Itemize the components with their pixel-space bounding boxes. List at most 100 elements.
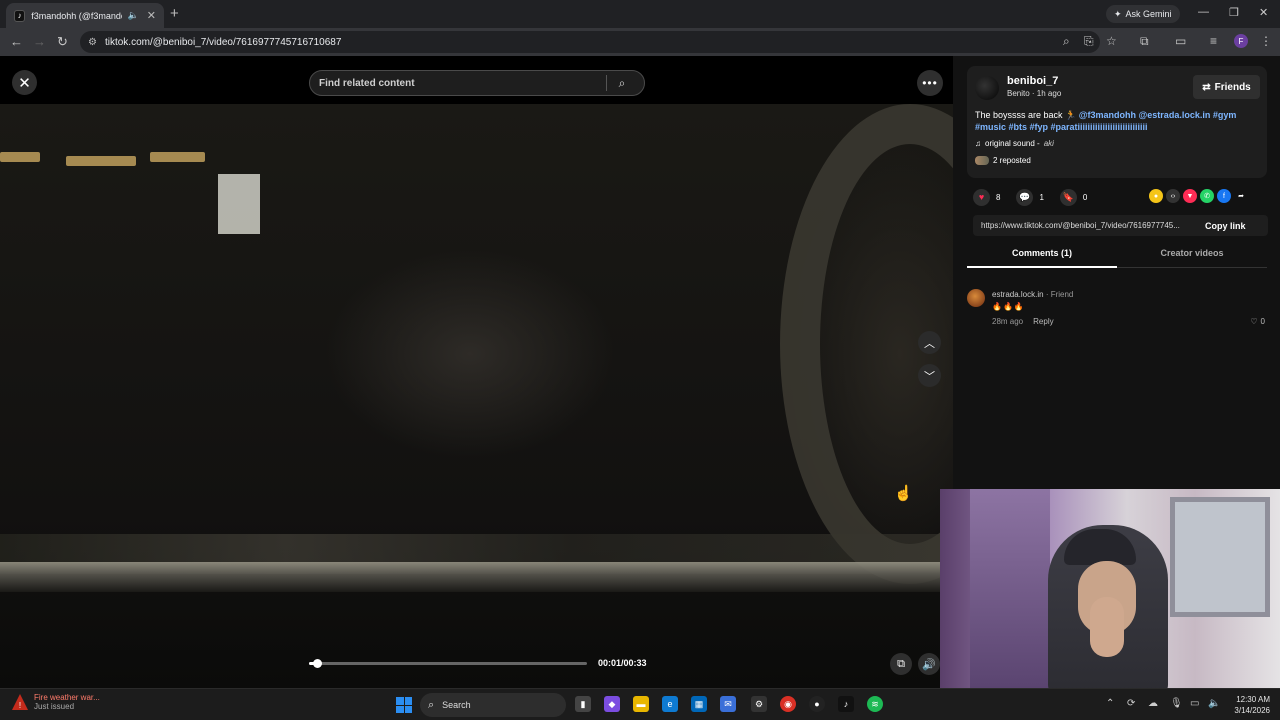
close-video-button[interactable]: ✕ [12, 70, 37, 95]
comment-text: 🔥🔥🔥 [992, 302, 1025, 311]
reposted-row[interactable]: 2 reposted [975, 156, 1031, 165]
facebook-icon[interactable]: f [1217, 189, 1231, 203]
copy-link-button[interactable]: Copy link [1201, 221, 1246, 231]
browser-tab[interactable]: ♪ f3mandohh (@f3mandohh) ... 🔈 ✕ [6, 3, 164, 28]
webcam-detail [970, 489, 1050, 689]
avatar[interactable] [975, 76, 999, 100]
window-close-button[interactable]: ✕ [1259, 6, 1268, 19]
sound-link[interactable]: ♫ original sound - aki [975, 139, 1054, 148]
repost-avatars [975, 156, 989, 165]
video-time: 00:01/00:33 [598, 658, 647, 668]
mic-icon[interactable]: 🎙 [1170, 698, 1183, 709]
chevron-down-icon[interactable]: ﹀ [918, 364, 941, 387]
tab-creator-videos[interactable]: Creator videos [1117, 248, 1267, 258]
outlook-icon[interactable]: ✉ [720, 696, 736, 712]
heart-outline-icon: ♡ [1250, 317, 1258, 326]
zoom-icon[interactable]: ⌕ [1063, 34, 1070, 49]
address-url: tiktok.com/@beniboi_7/video/761697774571… [104, 36, 342, 48]
taskbar-search[interactable]: ⌕ Search [420, 693, 566, 717]
video-progress-bar[interactable] [309, 659, 587, 668]
volume-icon[interactable]: 🔊 [918, 653, 940, 675]
sync-icon[interactable]: ⟳ [1127, 698, 1135, 709]
reply-button[interactable]: Reply [1033, 317, 1053, 326]
cloud-icon[interactable]: ☁ [1148, 698, 1158, 709]
tiktok-icon: ♪ [14, 9, 26, 22]
browser-tabbar: ♪ f3mandohh (@f3mandohh) ... 🔈 ✕ + ✦ Ask… [0, 0, 1280, 28]
chevron-up-icon[interactable]: ︿ [918, 331, 941, 354]
coin-icon[interactable]: ● [1149, 189, 1163, 203]
spotify-icon[interactable]: ≋ [867, 696, 883, 712]
panel-tabs: Comments (1) Creator videos [967, 245, 1267, 268]
search-input[interactable] [310, 72, 606, 94]
profile-avatar[interactable]: F [1234, 34, 1248, 48]
like-count: 8 [996, 192, 1001, 202]
music-note-icon: ♫ [975, 139, 981, 148]
display-icon[interactable]: ▭ [1190, 698, 1199, 709]
author-name[interactable]: beniboi_7 [1007, 75, 1058, 87]
tab-comments[interactable]: Comments (1) [967, 248, 1117, 258]
volume-tray-icon[interactable]: 🔈 [1208, 698, 1220, 709]
save-count: 0 [1082, 192, 1088, 202]
file-explorer-icon[interactable]: ▬ [633, 696, 649, 712]
heart-icon[interactable]: ♥ [973, 188, 990, 206]
restore-button[interactable]: ❐ [1229, 6, 1239, 19]
pip-icon[interactable]: ⧉ [890, 653, 912, 675]
share-icons: ● ‹› ▼ ✆ f ➦ [1149, 189, 1248, 203]
media-icon[interactable]: ≡ [1210, 34, 1217, 48]
edge-icon[interactable]: e [662, 696, 678, 712]
comment-icon[interactable]: 💬 [1016, 188, 1034, 206]
speaker-icon[interactable]: 🔈 [128, 10, 139, 21]
weather-widget[interactable]: ! Fire weather war... Just issued [12, 693, 100, 711]
ask-gemini-button[interactable]: ✦ Ask Gemini [1106, 5, 1180, 23]
embed-icon[interactable]: ‹› [1166, 189, 1180, 203]
browser-toolbar: ← → ↻ ⚙ tiktok.com/@beniboi_7/video/7616… [0, 28, 1280, 56]
send-icon[interactable]: ▼ [1183, 189, 1197, 203]
weather-title: Fire weather war... [34, 693, 100, 702]
forward-button[interactable]: → [33, 34, 46, 49]
chrome-icon[interactable]: ◉ [780, 696, 796, 712]
back-button[interactable]: ← [10, 34, 23, 49]
description-tail[interactable]: iiiiiiiiiiiiiiiiiiiiiiiiiii [1080, 122, 1148, 132]
close-icon[interactable]: ✕ [147, 9, 156, 22]
windows-start-icon[interactable] [396, 697, 412, 713]
reload-button[interactable]: ↻ [57, 34, 68, 50]
sidebar-icon[interactable]: ▭ [1175, 34, 1186, 48]
whatsapp-icon[interactable]: ✆ [1200, 189, 1214, 203]
system-clock[interactable]: 12:30 AM 3/14/2026 [1228, 694, 1270, 716]
video-frame-detail [0, 562, 953, 592]
weather-subtitle: Just issued [34, 702, 75, 711]
related-search: ⌕ [309, 70, 645, 96]
search-icon[interactable]: ⌕ [607, 76, 637, 91]
bookmark-star-icon[interactable]: ☆ [1106, 34, 1117, 48]
chevron-up-icon[interactable]: ⌃ [1106, 698, 1114, 709]
comment-user[interactable]: estrada.lock.in · Friend [992, 290, 1073, 299]
site-info-icon[interactable]: ⚙ [88, 37, 97, 48]
friends-button[interactable]: ⇄ Friends [1193, 75, 1260, 99]
store-icon[interactable]: ▦ [691, 696, 707, 712]
obs-icon[interactable]: ● [809, 696, 825, 712]
copilot-icon[interactable]: ◆ [604, 696, 620, 712]
comment-username[interactable]: estrada.lock.in [992, 290, 1044, 299]
video-frame-detail [150, 152, 205, 162]
extensions-icon[interactable]: ⧉ [1140, 34, 1149, 49]
active-tab-indicator [967, 266, 1117, 268]
settings-gear-icon[interactable]: ⚙ [751, 696, 767, 712]
video-player[interactable] [0, 104, 953, 688]
bookmark-icon[interactable]: 🔖 [1059, 188, 1077, 206]
post-info-card: beniboi_7 Benito · 1h ago ⇄ Friends The … [967, 66, 1267, 178]
reposted-label: 2 reposted [993, 156, 1031, 165]
cast-icon[interactable]: ⎘ [1084, 34, 1094, 49]
video-link[interactable]: https://www.tiktok.com/@beniboi_7/video/… [973, 221, 1201, 230]
task-view-icon[interactable]: ▮ [575, 696, 591, 712]
share-arrow-icon[interactable]: ➦ [1234, 189, 1248, 203]
minimize-button[interactable]: — [1198, 6, 1209, 18]
more-options-button[interactable]: ••• [917, 70, 943, 96]
copy-link-box: https://www.tiktok.com/@beniboi_7/video/… [973, 215, 1268, 236]
tiktok-app-icon[interactable]: ♪ [838, 696, 854, 712]
comment-like[interactable]: ♡ 0 [1250, 317, 1265, 326]
new-tab-button[interactable]: + [170, 5, 179, 22]
sound-artist: aki [1043, 139, 1054, 148]
avatar[interactable] [967, 289, 985, 307]
address-bar[interactable]: ⚙ tiktok.com/@beniboi_7/video/7616977745… [80, 31, 1100, 53]
menu-icon[interactable]: ⋮ [1260, 34, 1272, 48]
